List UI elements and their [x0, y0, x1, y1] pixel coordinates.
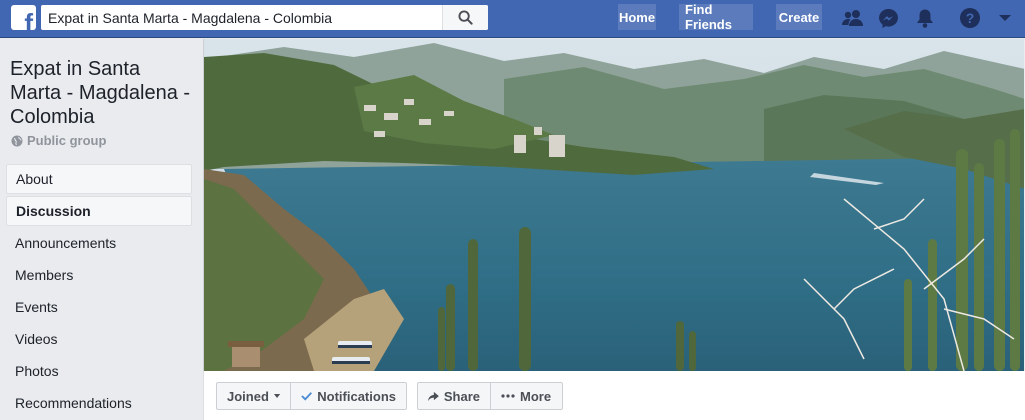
search-box: [41, 5, 488, 30]
nav-home-link[interactable]: Home: [618, 4, 656, 30]
sidebar-item-videos[interactable]: Videos: [6, 324, 192, 354]
search-button[interactable]: [442, 5, 488, 30]
help-icon[interactable]: ?: [959, 7, 981, 29]
group-title[interactable]: Expat in Santa Marta - Magdalena - Colom…: [10, 57, 195, 129]
search-input[interactable]: [41, 5, 442, 30]
account-menu-icon[interactable]: [994, 7, 1016, 29]
joined-label: Joined: [227, 388, 269, 404]
group-privacy-label: Public group: [27, 133, 107, 148]
globe-icon: [11, 135, 23, 146]
group-nav-list: About Discussion Announcements Members E…: [6, 164, 192, 420]
share-label: Share: [443, 388, 480, 404]
friend-requests-icon[interactable]: [842, 7, 864, 29]
share-button[interactable]: Share: [417, 382, 491, 410]
sidebar-item-discussion[interactable]: Discussion: [6, 196, 192, 226]
group-sidebar: Expat in Santa Marta - Magdalena - Colom…: [0, 39, 203, 420]
notifications-icon[interactable]: [914, 7, 936, 29]
share-arrow-icon: [428, 391, 439, 401]
facebook-logo-icon[interactable]: f: [11, 5, 36, 30]
sidebar-item-photos[interactable]: Photos: [6, 356, 192, 386]
cover-photo[interactable]: [203, 39, 1024, 371]
chevron-down-icon: [273, 393, 280, 399]
sidebar-item-about[interactable]: About: [6, 164, 192, 194]
nav-find-friends-link[interactable]: Find Friends: [679, 2, 753, 32]
joined-button[interactable]: Joined: [216, 382, 291, 410]
group-action-bar: Joined Notifications Share More: [203, 371, 1025, 420]
sidebar-item-events[interactable]: Events: [6, 292, 192, 322]
sidebar-item-announcements[interactable]: Announcements: [6, 228, 192, 258]
sidebar-item-recommendations[interactable]: Recommendations: [6, 388, 192, 418]
svg-text:?: ?: [966, 10, 975, 26]
group-privacy: Public group: [11, 133, 106, 148]
sidebar-item-members[interactable]: Members: [6, 260, 192, 290]
messenger-icon[interactable]: [877, 7, 899, 29]
more-dots-icon: [501, 394, 515, 398]
more-button[interactable]: More: [490, 382, 563, 410]
cover-photo-image: [204, 39, 1024, 371]
notifications-button[interactable]: Notifications: [290, 382, 407, 410]
top-navigation-bar: f Home Find Friends Create ?: [0, 0, 1025, 38]
search-icon: [458, 10, 473, 25]
checkmark-icon: [301, 392, 313, 401]
more-label: More: [520, 388, 552, 404]
nav-create-link[interactable]: Create: [776, 4, 822, 30]
notifications-label: Notifications: [317, 388, 396, 404]
